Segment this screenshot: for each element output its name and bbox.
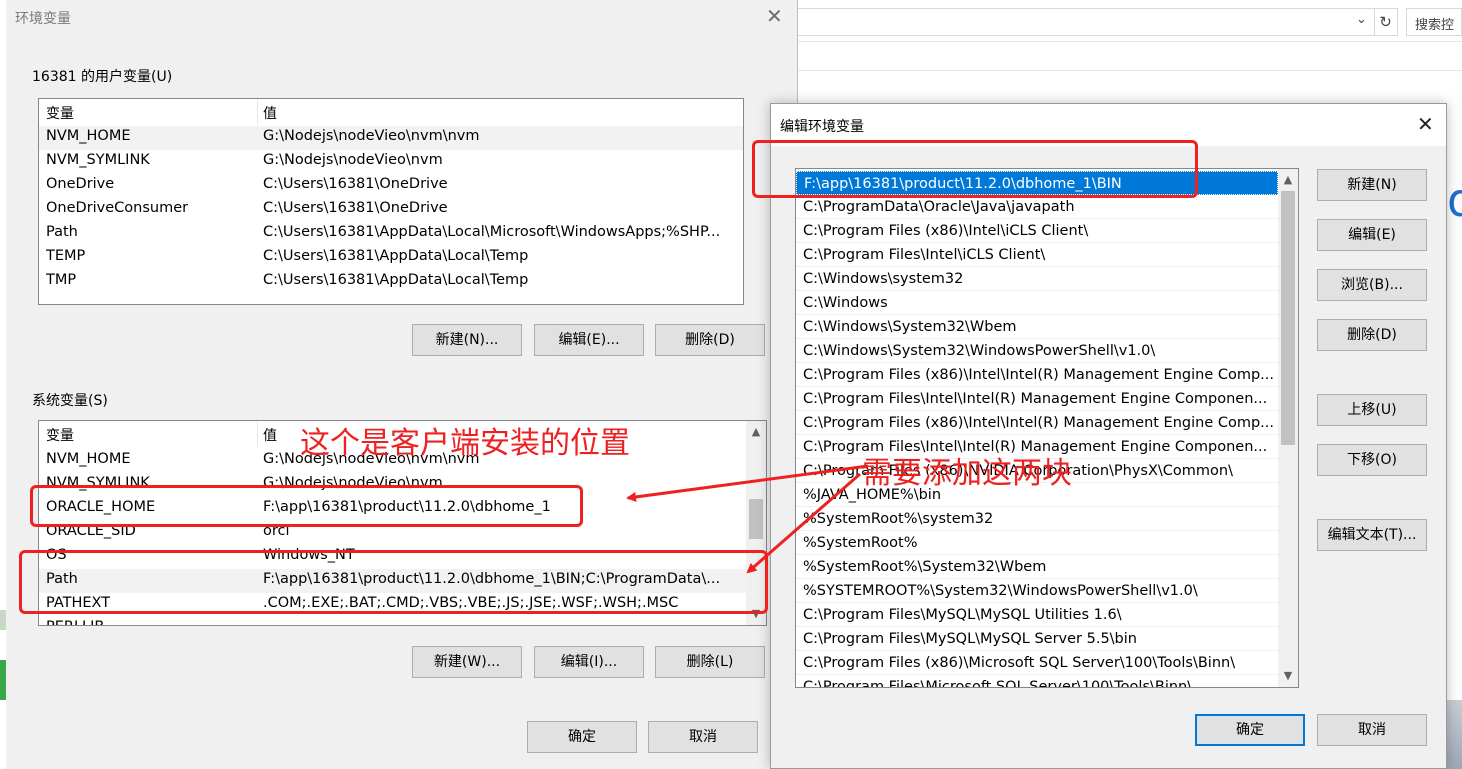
annotation-arrows <box>626 464 869 574</box>
arrow-to-system-path <box>746 472 861 574</box>
arrow-to-oracle-home <box>626 464 869 502</box>
